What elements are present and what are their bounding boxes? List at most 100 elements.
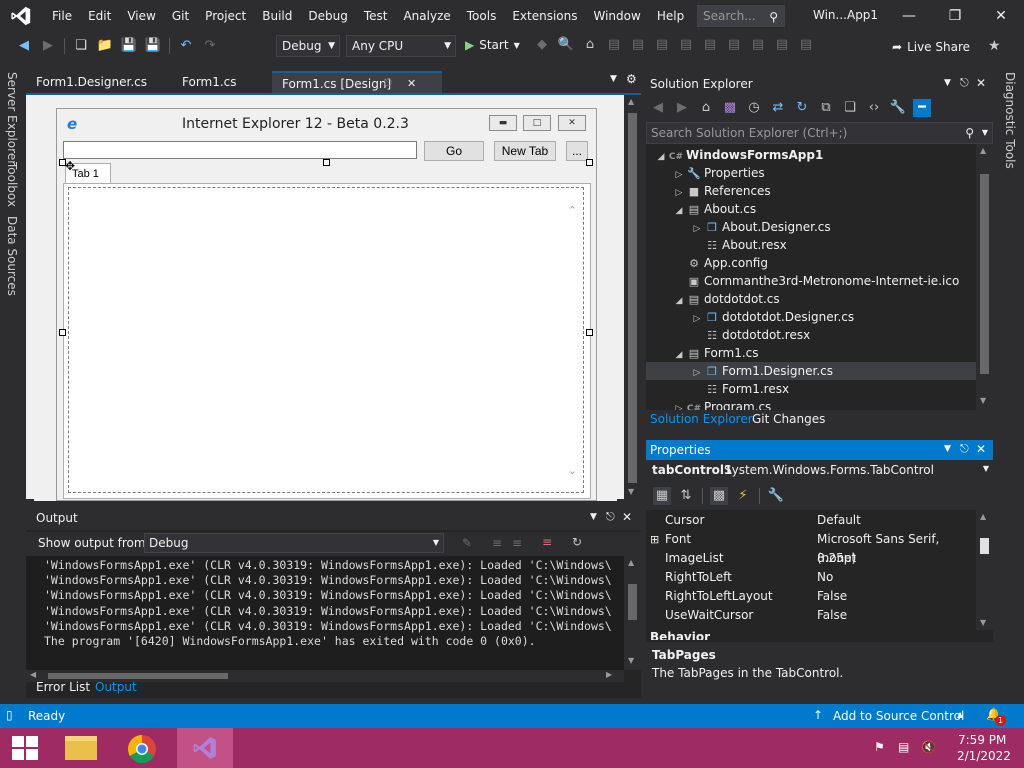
same-size-icon[interactable]: ▤ (797, 36, 815, 54)
property-value[interactable]: False (817, 587, 847, 606)
back-icon[interactable]: ◀ (649, 99, 667, 117)
tab-page[interactable]: ⌃ ⌄ (63, 183, 591, 499)
diagnostic-tools-tab[interactable]: Diagnostic Tools (1003, 72, 1017, 169)
scroll-down-icon[interactable]: ▼ (980, 396, 986, 405)
property-value[interactable]: False (817, 606, 847, 625)
clear-all-icon[interactable]: ≡ (542, 535, 552, 549)
tab-solution-explorer[interactable]: Solution Explorer (650, 412, 753, 426)
next-message-icon[interactable]: ≡ (512, 536, 522, 550)
ie-close-icon[interactable]: ✕ (558, 115, 586, 131)
undo-icon[interactable]: ↶ (177, 37, 195, 55)
align-top-icon[interactable]: ▤ (677, 36, 695, 54)
scroll-left-icon[interactable]: ◀ (30, 670, 36, 679)
search-box[interactable]: Search... ⚲ (697, 5, 785, 27)
live-share-button[interactable]: ➦ Live Share (892, 40, 970, 54)
scroll-up-icon[interactable]: ▲ (628, 97, 634, 106)
menu-view[interactable]: View (119, 0, 163, 32)
property-category[interactable]: Behavior (646, 628, 976, 640)
tree-item[interactable]: ◢ ▤ dotdotdot.cs (646, 290, 976, 308)
expand-plus-icon[interactable]: ⊞ (650, 530, 659, 549)
collapse-all-icon[interactable]: ⧉ (817, 99, 835, 117)
tree-item[interactable]: ☷ dotdotdot.resx (646, 326, 976, 344)
align-right-icon[interactable]: ▤ (653, 36, 671, 54)
pending-changes-icon[interactable]: ◷ (745, 99, 763, 117)
view-code-icon[interactable]: ‹› (865, 99, 883, 117)
menu-build[interactable]: Build (254, 0, 300, 32)
panel-close-icon[interactable]: ✕ (976, 76, 986, 90)
panel-dropdown-icon[interactable]: ▼ (590, 512, 597, 522)
tab-error-list[interactable]: Error List (36, 680, 90, 694)
menu-window[interactable]: Window (586, 0, 649, 32)
move-glyph-icon[interactable]: ✥ (65, 159, 75, 173)
menu-tools[interactable]: Tools (459, 0, 505, 32)
feedback-icon[interactable]: ★ (988, 38, 1001, 54)
properties-wrench-icon[interactable]: 🔧 (889, 99, 907, 117)
file-explorer-button[interactable] (55, 728, 109, 768)
ie-form[interactable]: e Internet Explorer 12 - Beta 0.2.3 ▬ □ … (56, 108, 597, 501)
tab-output[interactable]: Output (95, 680, 137, 694)
config-combo[interactable]: Debug ▼ (276, 35, 340, 57)
align-center-icon[interactable]: ▤ (629, 36, 647, 54)
visual-studio-logo-icon[interactable] (10, 5, 32, 27)
property-pages-icon[interactable]: 🔧 (767, 487, 785, 505)
tree-item[interactable]: ▷ ❐ dotdotdot.Designer.cs (646, 308, 976, 326)
chrome-button[interactable] (116, 728, 170, 768)
scroll-down-icon[interactable]: ▼ (628, 656, 634, 665)
server-explorer-tab[interactable]: Server Explorer (5, 72, 19, 165)
panel-close-icon[interactable]: ✕ (976, 442, 986, 456)
scroll-down-icon[interactable]: ▼ (628, 487, 634, 496)
output-source-select[interactable]: Debug ▼ (144, 533, 444, 553)
close-icon[interactable]: ✕ (978, 0, 1024, 32)
property-row[interactable]: ⊞ Font Microsoft Sans Serif, 8.25pt (646, 530, 976, 565)
scroll-down-icon[interactable]: ▼ (980, 618, 986, 627)
scroll-thumb[interactable] (980, 538, 989, 554)
tree-item[interactable]: ◢ C# WindowsFormsApp1 (646, 146, 976, 164)
clock-time[interactable]: 7:59 PM (958, 733, 1006, 747)
settings-icon[interactable]: ⚙ (626, 72, 637, 86)
property-value[interactable]: (none) (817, 549, 856, 568)
redo-icon[interactable]: ↷ (201, 37, 219, 55)
panel-close-icon[interactable]: ✕ (622, 510, 632, 524)
tab-form1-designer-cs[interactable]: Form1.Designer.cs (26, 71, 166, 93)
new-project-icon[interactable]: ❏ (72, 37, 90, 55)
categorized-icon[interactable]: ▦ (653, 487, 671, 505)
menu-extensions[interactable]: Extensions (504, 0, 585, 32)
output-text[interactable]: 'WindowsFormsApp1.exe' (CLR v4.0.30319: … (26, 556, 624, 670)
home-icon[interactable]: ⌂ (581, 36, 599, 54)
pin-icon[interactable]: ⎋ (960, 442, 969, 456)
tree-item[interactable]: ◢ ▤ Form1.cs (646, 344, 976, 362)
pin-icon[interactable]: ⎋ (960, 76, 969, 90)
tree-item[interactable]: ☷ Form1.resx (646, 380, 976, 398)
scroll-right-icon[interactable]: ▶ (606, 670, 612, 679)
property-row[interactable]: Cursor Default (646, 511, 976, 530)
pin-icon[interactable]: ⎋ (606, 510, 615, 524)
selection-handle[interactable] (586, 159, 593, 166)
go-button[interactable]: Go (424, 141, 484, 161)
align-middle-icon[interactable]: ▤ (701, 36, 719, 54)
word-wrap-icon[interactable]: ↻ (572, 535, 582, 549)
show-all-files-icon[interactable]: ❏ (841, 99, 859, 117)
property-row[interactable]: UseWaitCursor False (646, 606, 976, 625)
forward-icon[interactable]: ▶ (673, 99, 691, 117)
menu-project[interactable]: Project (197, 0, 254, 32)
property-value[interactable]: No (817, 568, 833, 587)
toolbox-tab[interactable]: Toolbox (5, 162, 19, 207)
same-height-icon[interactable]: ▤ (773, 36, 791, 54)
menu-file[interactable]: File (44, 0, 80, 32)
data-sources-tab[interactable]: Data Sources (5, 216, 19, 296)
align-bottom-icon[interactable]: ▤ (725, 36, 743, 54)
open-folder-icon[interactable]: 📁 (96, 37, 114, 55)
home-icon[interactable]: ⌂ (697, 99, 715, 117)
pin-icon[interactable]: ⎋ (384, 73, 392, 95)
same-width-icon[interactable]: ▤ (749, 36, 767, 54)
solution-explorer-scrollbar[interactable]: ▲ ▼ (976, 144, 993, 410)
back-icon[interactable]: ◀ (15, 37, 33, 55)
refresh-icon[interactable]: ↻ (793, 99, 811, 117)
selection-handle[interactable] (323, 159, 330, 166)
tree-item[interactable]: ▷ 🔧 Properties (646, 164, 976, 182)
tab-git-changes[interactable]: Git Changes (752, 412, 825, 426)
properties-object-selector[interactable]: tabControl1 System.Windows.Forms.TabCont… (646, 460, 993, 482)
tree-item[interactable]: ◢ ▤ About.cs (646, 200, 976, 218)
menu-edit[interactable]: Edit (80, 0, 119, 32)
new-tab-button[interactable]: New Tab (494, 141, 556, 161)
